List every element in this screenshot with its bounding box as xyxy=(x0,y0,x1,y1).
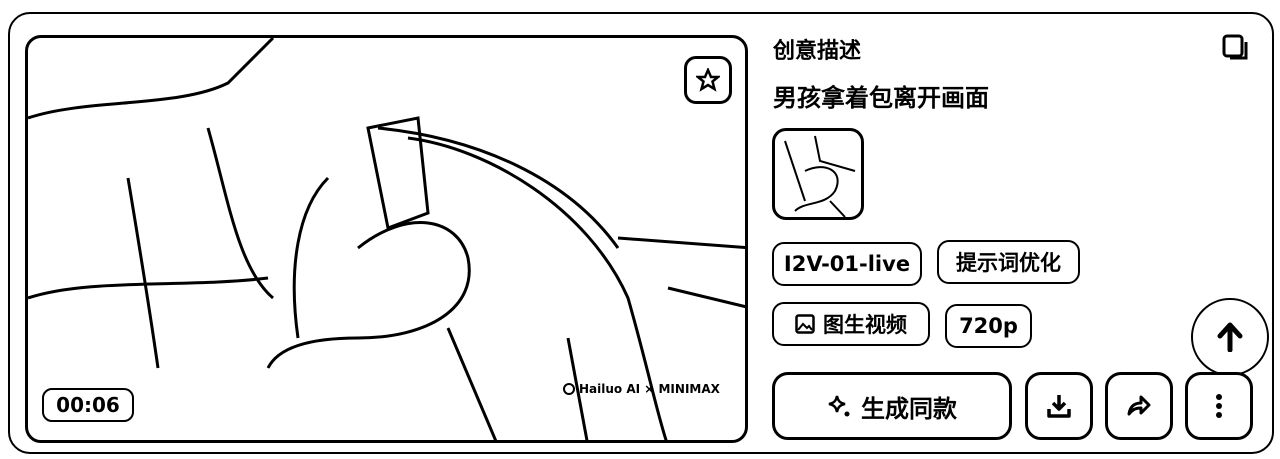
arrow-up-icon xyxy=(1217,322,1243,352)
scroll-to-top-button[interactable] xyxy=(1191,298,1269,376)
reference-image-thumbnail[interactable] xyxy=(772,128,864,220)
image-icon xyxy=(795,314,815,334)
watermark: Hailuo AI × MINIMAX xyxy=(563,382,720,396)
prompt-text: 男孩拿着包离开画面 xyxy=(773,84,989,112)
resolution-tag: 720p xyxy=(945,304,1032,348)
favorite-button[interactable] xyxy=(684,56,732,104)
share-button[interactable] xyxy=(1105,372,1173,440)
copy-icon[interactable] xyxy=(1222,34,1248,62)
more-vertical-icon xyxy=(1216,394,1222,418)
thumbnail-image xyxy=(784,135,856,217)
mode-tag: 图生视频 xyxy=(772,302,930,346)
section-title: 创意描述 xyxy=(773,39,862,64)
model-tag: I2V-01-live xyxy=(772,242,922,286)
share-icon xyxy=(1127,395,1151,416)
more-options-button[interactable] xyxy=(1185,372,1253,440)
download-button[interactable] xyxy=(1025,372,1093,440)
prompt-optimize-tag: 提示词优化 xyxy=(937,240,1080,284)
video-player[interactable]: 00:06 Hailuo AI × MINIMAX xyxy=(25,35,748,443)
generate-same-button[interactable]: 生成同款 xyxy=(772,372,1012,440)
duration-badge: 00:06 xyxy=(42,388,134,422)
download-icon xyxy=(1047,395,1071,418)
star-icon xyxy=(696,68,720,92)
hailuo-logo-icon xyxy=(563,383,575,395)
sparkle-icon xyxy=(828,395,850,417)
